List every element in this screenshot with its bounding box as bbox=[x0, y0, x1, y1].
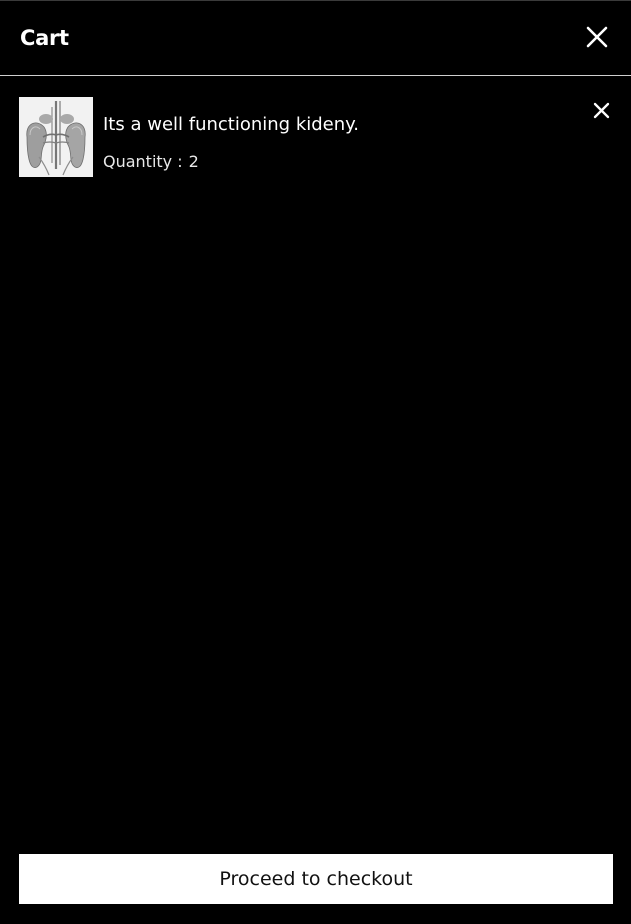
cart-header: Cart bbox=[0, 1, 631, 76]
kidney-illustration-icon bbox=[19, 97, 93, 177]
close-icon bbox=[586, 26, 608, 48]
cart-item: Its a well functioning kideny. Quantity … bbox=[19, 97, 613, 177]
close-icon bbox=[593, 102, 609, 118]
cart-title: Cart bbox=[20, 26, 69, 50]
item-description[interactable]: Its a well functioning kideny. bbox=[103, 113, 359, 137]
close-cart-button[interactable] bbox=[583, 23, 611, 51]
remove-item-button[interactable] bbox=[589, 98, 613, 122]
proceed-to-checkout-button[interactable]: Proceed to checkout bbox=[19, 854, 613, 904]
item-quantity: Quantity : 2 bbox=[103, 152, 199, 172]
quantity-value: 2 bbox=[188, 152, 199, 171]
product-thumbnail[interactable] bbox=[19, 97, 93, 177]
quantity-label: Quantity : bbox=[103, 152, 183, 171]
cart-panel: Cart Its a well functioning kideny. Quan… bbox=[0, 0, 631, 924]
